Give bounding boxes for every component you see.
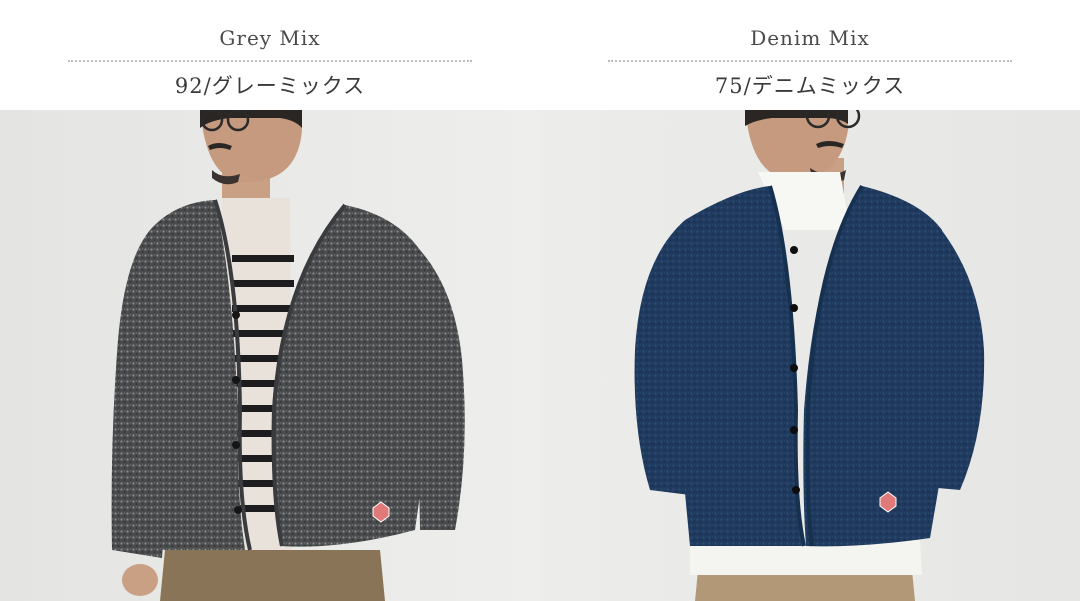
variant-panel-grey-mix: Grey Mix 92/グレーミックス — [0, 0, 540, 601]
dotted-divider — [608, 60, 1012, 62]
variant-panel-denim-mix: Denim Mix 75/デニムミックス — [540, 0, 1080, 601]
variant-header: Grey Mix 92/グレーミックス — [0, 0, 540, 110]
variant-code: 75/デニムミックス — [714, 74, 906, 98]
color-variant-comparison: Grey Mix 92/グレーミックス Denim Mix 75/デニムミックス — [0, 0, 1080, 601]
product-photo-grey-mix — [0, 110, 540, 601]
variant-code: 92/グレーミックス — [174, 74, 366, 98]
variant-name: Grey Mix — [219, 26, 321, 50]
variant-header: Denim Mix 75/デニムミックス — [540, 0, 1080, 110]
product-photo-denim-mix — [540, 110, 1080, 601]
variant-name: Denim Mix — [750, 26, 870, 50]
dotted-divider — [68, 60, 472, 62]
